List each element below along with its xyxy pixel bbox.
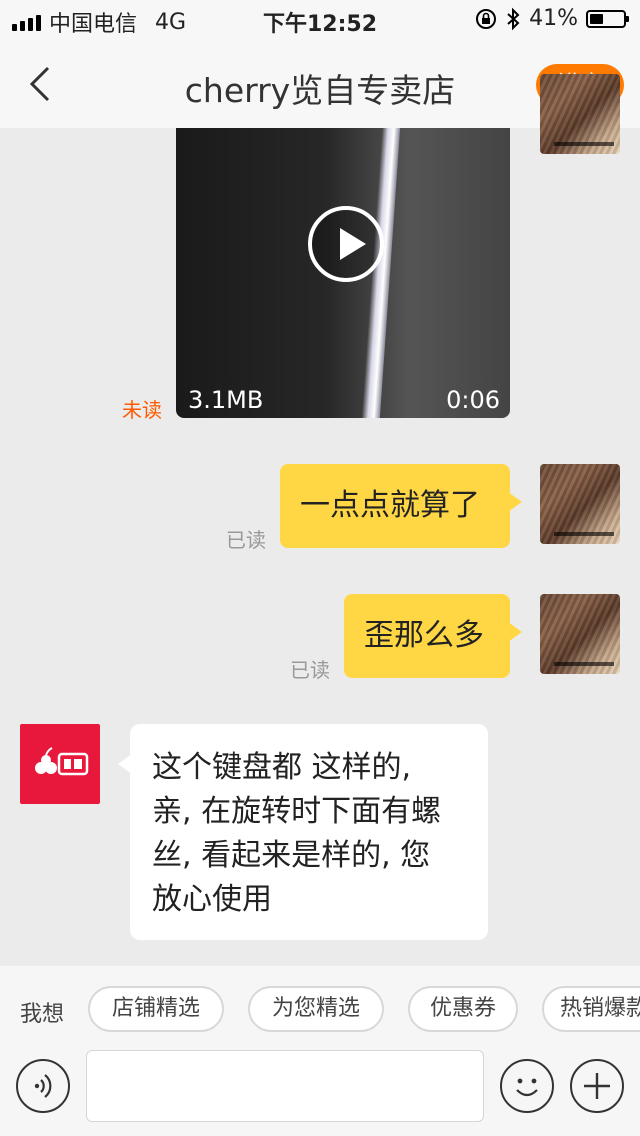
chip-hot-sales[interactable]: 热销爆款 (542, 986, 640, 1032)
battery-icon (586, 9, 629, 28)
shop-avatar[interactable] (20, 724, 100, 804)
chip-shop-picks[interactable]: 店铺精选 (88, 986, 224, 1032)
quick-label: 我想 (20, 1002, 65, 1027)
battery-percent: 41% (529, 6, 578, 31)
unread-status: 未读 (122, 398, 162, 422)
chat-bubble-sent[interactable]: 一点点就算了 (280, 464, 522, 548)
bluetooth-icon (507, 7, 520, 30)
reply-line: 这个键盘都 这样的, (152, 750, 412, 785)
status-bar: 中国电信 4G 下午12:52 41% (0, 0, 640, 40)
read-status: 已读 (290, 658, 330, 682)
emoji-button[interactable] (500, 1059, 554, 1113)
cherry-logo-icon (35, 747, 89, 776)
add-button[interactable] (570, 1059, 624, 1113)
voice-icon (34, 1074, 52, 1098)
reply-line: 丝, 看起来是样的, 您 (152, 838, 431, 873)
rotation-lock-icon (476, 8, 497, 29)
quick-suggestion-bar: 我想 店铺精选 为您精选 优惠券 热销爆款 (0, 966, 640, 1038)
reply-line: 放心使用 (152, 882, 272, 917)
chat-bubble-received[interactable]: 这个键盘都 这样的, 亲, 在旋转时下面有螺 丝, 看起来是样的, 您 放心使用 (118, 724, 488, 940)
play-icon[interactable] (308, 206, 384, 282)
chip-coupons[interactable]: 优惠券 (408, 986, 518, 1032)
user-avatar[interactable] (540, 74, 620, 154)
chip-for-you[interactable]: 为您精选 (248, 986, 384, 1032)
input-bar (0, 1038, 640, 1136)
user-avatar[interactable] (540, 594, 620, 674)
chat-bubble-sent[interactable]: 歪那么多 (344, 594, 522, 678)
message-input[interactable] (86, 1050, 484, 1122)
plus-icon (584, 1073, 610, 1099)
video-size: 3.1MB (188, 386, 264, 414)
reply-line: 亲, 在旋转时下面有螺 (152, 794, 442, 829)
video-message[interactable]: 3.1MB 0:06 (176, 128, 510, 418)
voice-button[interactable] (16, 1059, 70, 1113)
read-status: 已读 (226, 528, 266, 552)
user-avatar[interactable] (540, 464, 620, 544)
smiley-icon (516, 1078, 538, 1097)
video-duration: 0:06 (446, 386, 500, 414)
